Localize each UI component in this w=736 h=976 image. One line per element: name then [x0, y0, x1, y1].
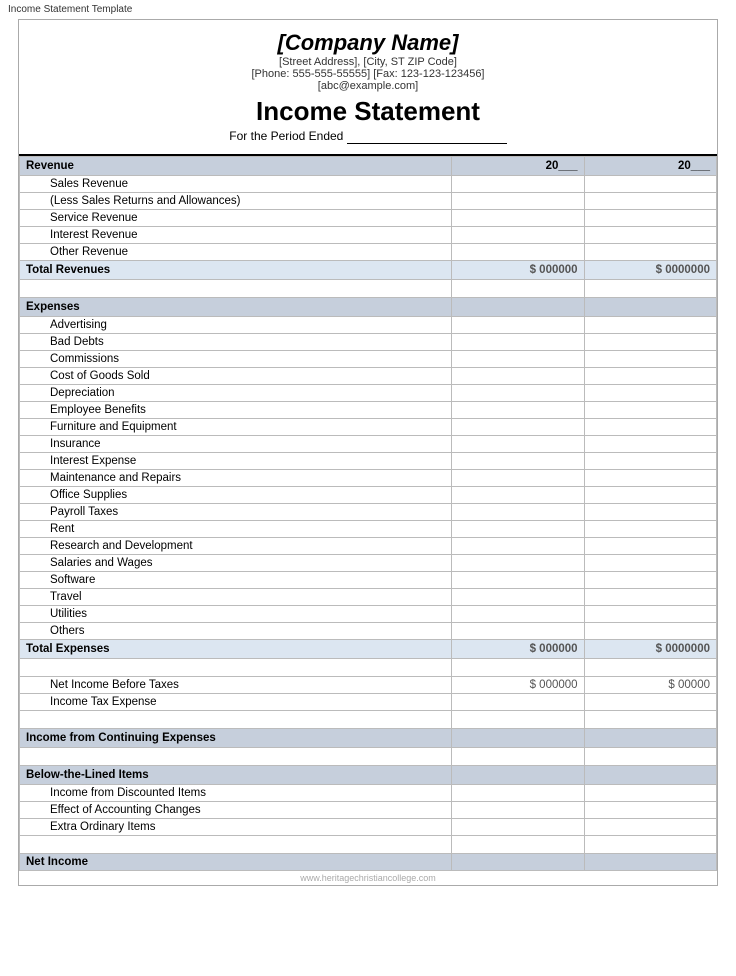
continuing-expenses-label: Income from Continuing Expenses — [20, 729, 452, 748]
total-expenses-val2: $ 0000000 — [584, 640, 716, 659]
net-income-before-taxes-row: Net Income Before Taxes $ 000000 $ 00000 — [20, 677, 717, 694]
page-label: Income Statement Template — [0, 0, 736, 19]
continuing-expenses-row: Income from Continuing Expenses — [20, 729, 717, 748]
expenses-header-row: Expenses — [20, 298, 717, 317]
table-row: Interest Expense — [20, 453, 717, 470]
document-header: [Company Name] [Street Address], [City, … — [19, 20, 717, 156]
revenue-item-2: (Less Sales Returns and Allowances) — [20, 193, 452, 210]
total-revenues-val2: $ 0000000 — [584, 261, 716, 280]
total-expenses-label: Total Expenses — [20, 640, 452, 659]
revenue-item-5: Other Revenue — [20, 244, 452, 261]
col2-header: 20___ — [584, 157, 716, 176]
address-line-1: [Street Address], [City, ST ZIP Code] — [39, 56, 697, 68]
table-row: Insurance — [20, 436, 717, 453]
maintenance-repairs-row: Maintenance and Repairs — [20, 470, 717, 487]
total-expenses-row: Total Expenses $ 000000 $ 0000000 — [20, 640, 717, 659]
company-name: [Company Name] — [39, 30, 697, 56]
revenue-item-1-val1 — [452, 176, 584, 193]
table-row: Travel — [20, 589, 717, 606]
net-income-before-taxes-label: Net Income Before Taxes — [20, 677, 452, 694]
table-row: Furniture and Equipment — [20, 419, 717, 436]
document-title: Income Statement — [39, 96, 697, 127]
net-income-label: Net Income — [20, 854, 452, 871]
table-row: Other Revenue — [20, 244, 717, 261]
table-row: Employee Benefits — [20, 402, 717, 419]
table-row: (Less Sales Returns and Allowances) — [20, 193, 717, 210]
revenue-item-1-val2 — [584, 176, 716, 193]
table-row: Effect of Accounting Changes — [20, 802, 717, 819]
revenue-item-4: Interest Revenue — [20, 227, 452, 244]
col1-header: 20___ — [452, 157, 584, 176]
revenue-item-1: Sales Revenue — [20, 176, 452, 193]
table-row: Salaries and Wages — [20, 555, 717, 572]
income-tax-label: Income Tax Expense — [20, 694, 452, 711]
spacer-row-4 — [20, 748, 717, 766]
table-row: Cost of Goods Sold — [20, 368, 717, 385]
table-row: Income from Discounted Items — [20, 785, 717, 802]
table-row: Sales Revenue — [20, 176, 717, 193]
total-revenues-val1: $ 000000 — [452, 261, 584, 280]
total-expenses-val1: $ 000000 — [452, 640, 584, 659]
table-row: Research and Development — [20, 538, 717, 555]
table-row: Service Revenue — [20, 210, 717, 227]
address-line-2: [Phone: 555-555-55555] [Fax: 123-123-123… — [39, 68, 697, 80]
watermark: www.heritagechristiancollege.com — [19, 871, 717, 885]
document: [Company Name] [Street Address], [City, … — [18, 19, 718, 886]
below-line-label: Below-the-Lined Items — [20, 766, 452, 785]
net-income-row: Net Income — [20, 854, 717, 871]
table-row: Others — [20, 623, 717, 640]
table-row: Advertising — [20, 317, 717, 334]
spacer-row-5 — [20, 836, 717, 854]
spacer-row — [20, 280, 717, 298]
spacer-row-3 — [20, 711, 717, 729]
period-line: For the Period Ended — [39, 129, 697, 144]
net-income-before-taxes-val1: $ 000000 — [452, 677, 584, 694]
table-row: Commissions — [20, 351, 717, 368]
net-income-before-taxes-val2: $ 00000 — [584, 677, 716, 694]
expenses-label: Expenses — [20, 298, 452, 317]
table-row: Rent — [20, 521, 717, 538]
total-revenues-label: Total Revenues — [20, 261, 452, 280]
table-row: Depreciation — [20, 385, 717, 402]
total-revenues-row: Total Revenues $ 000000 $ 0000000 — [20, 261, 717, 280]
table-row: Interest Revenue — [20, 227, 717, 244]
income-tax-row: Income Tax Expense — [20, 694, 717, 711]
table-row: Payroll Taxes — [20, 504, 717, 521]
spacer-row-2 — [20, 659, 717, 677]
period-underline — [347, 129, 507, 144]
email-line: [abc@example.com] — [39, 80, 697, 92]
below-line-header-row: Below-the-Lined Items — [20, 766, 717, 785]
table-row: Software — [20, 572, 717, 589]
table-row: Utilities — [20, 606, 717, 623]
income-statement-table: Revenue 20___ 20___ Sales Revenue (Less … — [19, 156, 717, 871]
revenue-item-3: Service Revenue — [20, 210, 452, 227]
table-row: Bad Debts — [20, 334, 717, 351]
revenue-header-row: Revenue 20___ 20___ — [20, 157, 717, 176]
revenue-label: Revenue — [20, 157, 452, 176]
table-row: Extra Ordinary Items — [20, 819, 717, 836]
table-row: Office Supplies — [20, 487, 717, 504]
